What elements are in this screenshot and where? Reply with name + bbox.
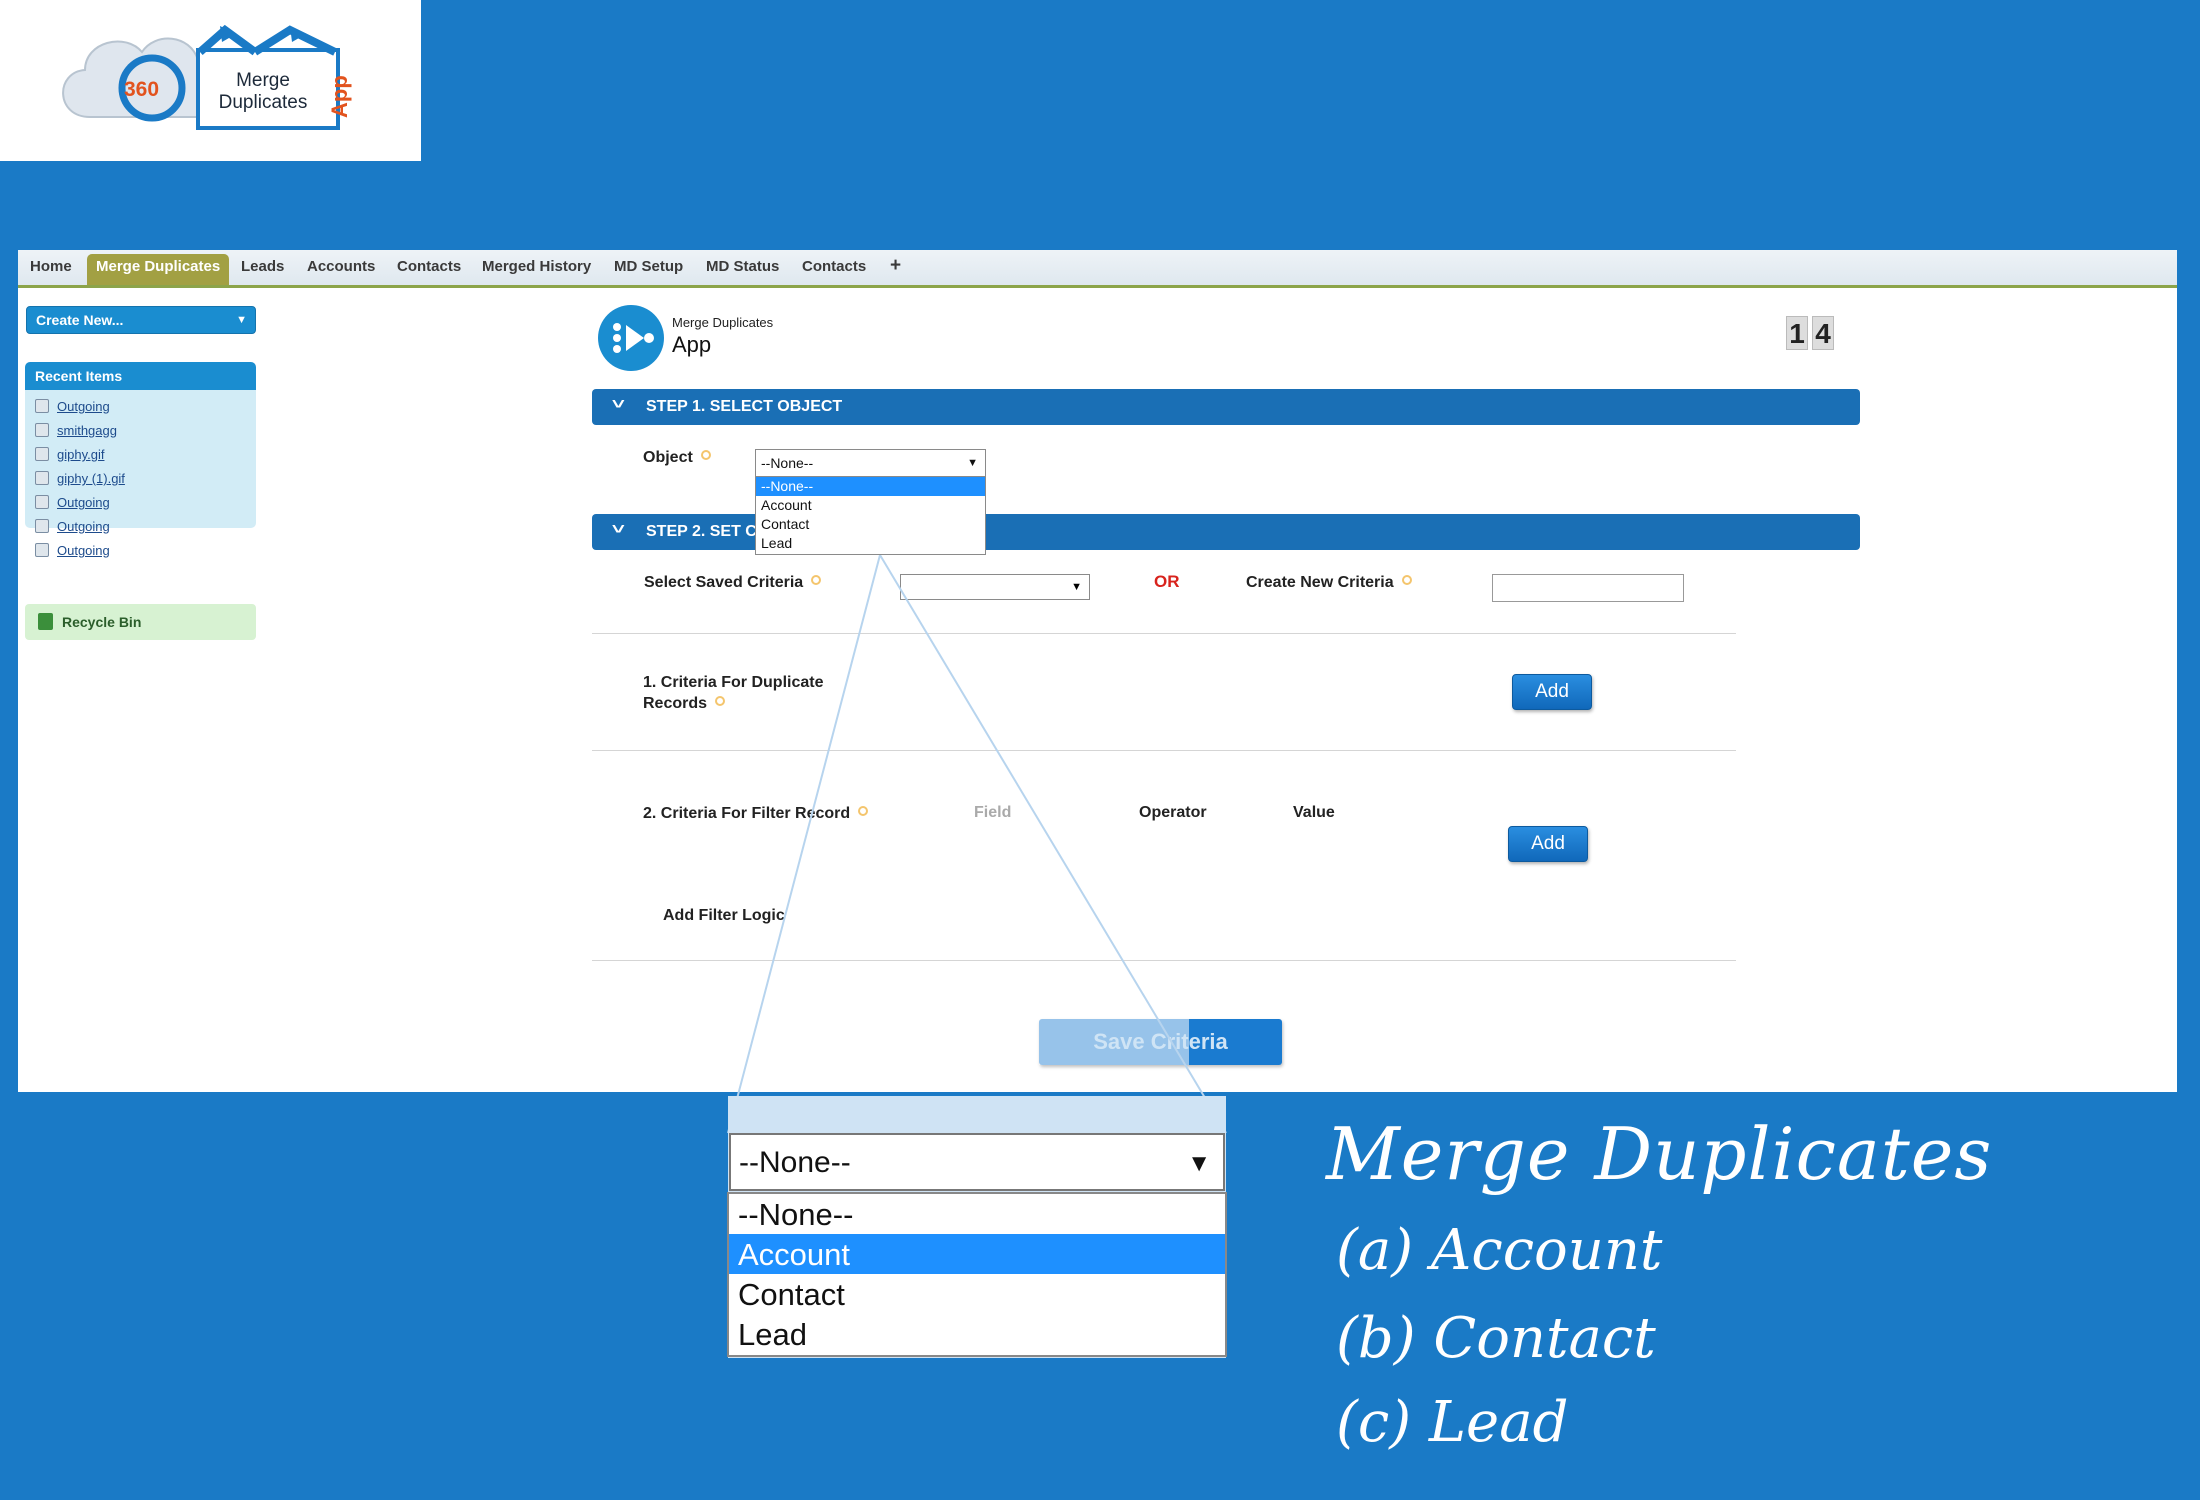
- chevron-down-icon: ▼: [1187, 1150, 1211, 1177]
- dropdown-option[interactable]: Contact: [756, 515, 985, 534]
- zoom-dropdown-list: --None-- Account Contact Lead: [727, 1192, 1227, 1357]
- zoom-dropdown-option[interactable]: --None--: [729, 1194, 1225, 1234]
- caption-item: (a) Account: [1336, 1218, 1663, 1283]
- dropdown-option[interactable]: Account: [756, 496, 985, 515]
- zoom-dropdown-option[interactable]: Contact: [729, 1274, 1225, 1314]
- zoom-object-select[interactable]: --None-- ▼: [729, 1133, 1225, 1191]
- dropdown-option[interactable]: Lead: [756, 534, 985, 553]
- caption-title: Merge Duplicates: [1326, 1112, 1993, 1196]
- zoom-dropdown-option[interactable]: Account: [729, 1234, 1225, 1274]
- zoom-dropdown-option[interactable]: Lead: [729, 1314, 1225, 1354]
- dropdown-option[interactable]: --None--: [756, 477, 985, 496]
- caption-item: (b) Contact: [1336, 1306, 1656, 1371]
- object-dropdown-list: --None-- Account Contact Lead: [755, 476, 986, 555]
- caption-item: (c) Lead: [1336, 1390, 1569, 1455]
